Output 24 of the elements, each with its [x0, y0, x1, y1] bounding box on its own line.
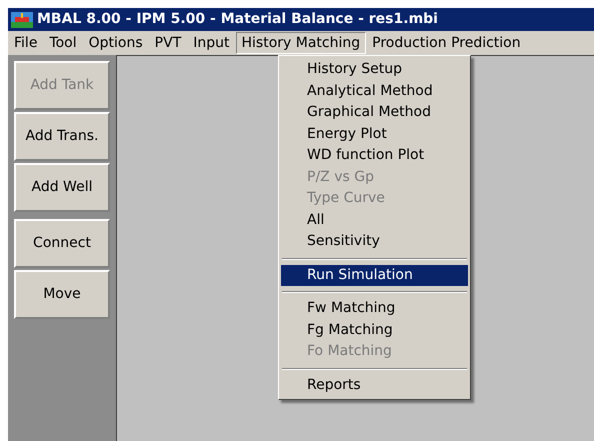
menu-item[interactable]: Options: [82, 32, 149, 54]
dropdown-item[interactable]: Analytical Method: [281, 80, 468, 102]
dropdown-item[interactable]: History Setup: [281, 59, 468, 80]
toolbar-button[interactable]: Add Trans.: [14, 112, 110, 161]
window-title: MBAL 8.00 - IPM 5.00 - Material Balance - res1.mbi: [37, 10, 438, 29]
dropdown-item[interactable]: Energy Plot: [281, 124, 468, 145]
dropdown-item[interactable]: Graphical Method: [281, 102, 468, 124]
toolbar-button[interactable]: Connect: [14, 219, 110, 268]
dropdown-item[interactable]: Sensitivity: [281, 231, 468, 252]
menu-item[interactable]: Input: [187, 32, 236, 54]
menu-item[interactable]: File: [8, 32, 44, 54]
menu-item[interactable]: Tool: [43, 32, 83, 54]
dropdown-item[interactable]: WD function Plot: [281, 145, 468, 166]
dropdown-item[interactable]: Reports: [281, 374, 468, 396]
toolbar-button[interactable]: Add Well: [14, 163, 110, 212]
dropdown-item[interactable]: Fg Matching: [281, 320, 468, 341]
menu-item[interactable]: History Matching: [236, 32, 366, 54]
menu-item[interactable]: Production Prediction: [366, 32, 527, 54]
dropdown-item[interactable]: Run Simulation: [281, 264, 468, 286]
dropdown-item[interactable]: Fw Matching: [281, 298, 468, 320]
menu-item[interactable]: PVT: [148, 32, 188, 54]
dropdown-item[interactable]: All: [281, 210, 468, 231]
app-logo-icon: [11, 12, 33, 28]
toolbar-button[interactable]: Move: [14, 270, 110, 319]
